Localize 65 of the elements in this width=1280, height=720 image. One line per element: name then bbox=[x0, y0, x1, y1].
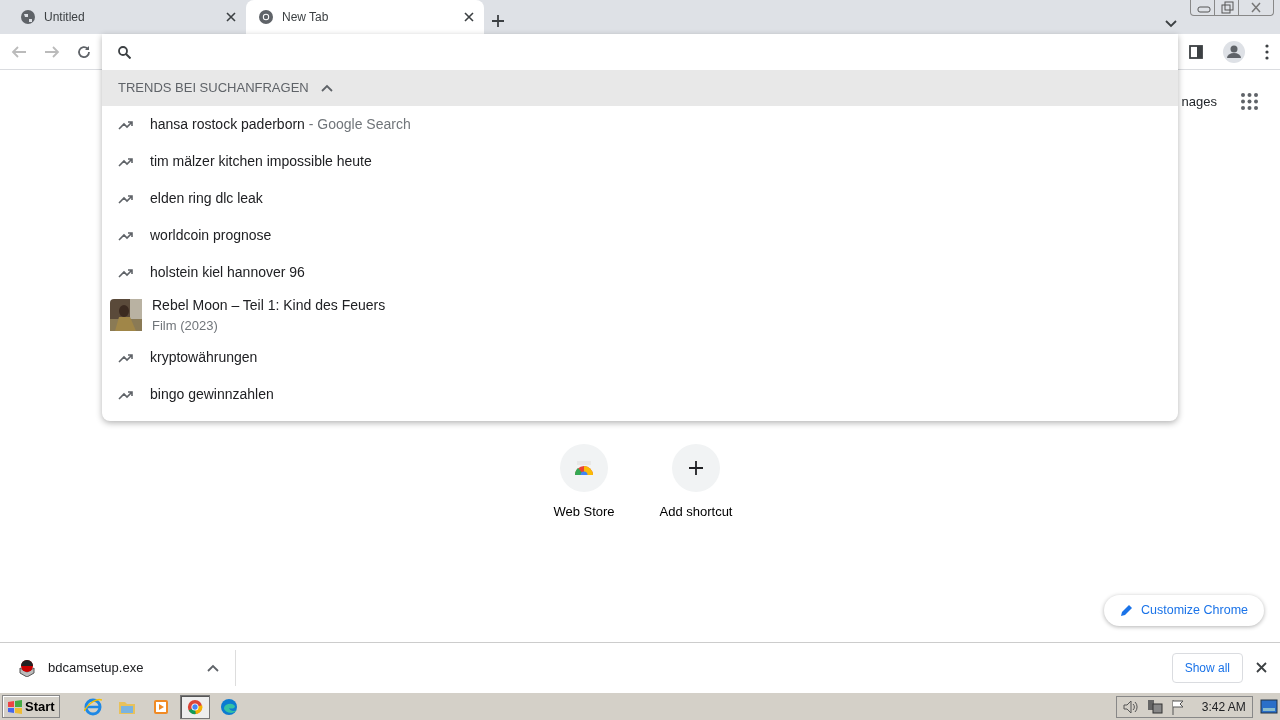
apps-button[interactable] bbox=[1241, 93, 1258, 111]
suggestion-row[interactable]: elden ring dlc leak bbox=[102, 180, 1178, 217]
suggestion-row[interactable]: tim mälzer kitchen impossible heute bbox=[102, 143, 1178, 180]
ie-icon bbox=[83, 697, 102, 716]
side-panel-icon bbox=[1189, 44, 1204, 59]
media-player-icon bbox=[151, 697, 170, 716]
trending-up-icon bbox=[118, 352, 134, 363]
suggestion-row[interactable]: kryptowährungen bbox=[102, 339, 1178, 376]
tab-title: New Tab bbox=[282, 9, 330, 26]
trending-up-icon bbox=[118, 389, 134, 400]
close-icon bbox=[226, 12, 236, 22]
plus-icon bbox=[490, 13, 505, 28]
suggestion-row[interactable]: holstein kiel hannover 96 bbox=[102, 254, 1178, 291]
tab-search-button[interactable] bbox=[1165, 19, 1177, 28]
show-all-button[interactable]: Show all bbox=[1171, 652, 1243, 683]
close-icon bbox=[464, 12, 474, 22]
chrome-logo-icon bbox=[258, 9, 274, 25]
clock: 3:42 AM bbox=[1201, 698, 1246, 716]
taskbar-app-button[interactable] bbox=[179, 694, 210, 719]
chrome-logo-icon bbox=[186, 697, 203, 716]
windows-logo-icon bbox=[7, 699, 23, 714]
speaker-icon[interactable] bbox=[1123, 699, 1140, 714]
browser-tab[interactable]: New Tab bbox=[246, 0, 484, 34]
show-desktop-button[interactable] bbox=[1260, 698, 1278, 715]
tab-title: Untitled bbox=[44, 9, 86, 26]
start-button[interactable]: Start bbox=[2, 694, 60, 719]
desktop-icon bbox=[1260, 698, 1278, 715]
pencil-icon bbox=[1120, 604, 1133, 618]
close-tab-button[interactable] bbox=[226, 12, 236, 22]
plus-icon bbox=[689, 461, 703, 475]
suggestion-row[interactable]: Rebel Moon – Teil 1: Kind des Feuers Film (2023) bbox=[102, 291, 1178, 339]
chevron-up-icon bbox=[207, 663, 219, 672]
download-item[interactable]: bdcamsetup.exe bbox=[0, 649, 236, 686]
suggestion-row[interactable]: bingo gewinnzahlen bbox=[102, 376, 1178, 413]
suggestion-row[interactable]: worldcoin prognose bbox=[102, 217, 1178, 254]
collapse-button[interactable] bbox=[320, 84, 333, 92]
trending-up-icon bbox=[118, 267, 134, 278]
kebab-menu-icon bbox=[1264, 43, 1269, 60]
trending-up-icon bbox=[118, 119, 134, 130]
images-link[interactable]: nages bbox=[1181, 92, 1217, 112]
section-header: TRENDS BEI SUCHANFRAGEN bbox=[118, 79, 309, 98]
close-tab-button[interactable] bbox=[464, 12, 474, 22]
shortcut-tile[interactable]: Web Store bbox=[528, 443, 640, 523]
apps-grid-icon bbox=[1241, 93, 1258, 111]
reload-icon bbox=[76, 43, 93, 60]
search-icon bbox=[118, 45, 131, 59]
chevron-up-icon bbox=[320, 84, 333, 92]
trending-up-icon bbox=[118, 193, 134, 204]
arrow-right-icon bbox=[43, 43, 60, 60]
network-icon[interactable] bbox=[1147, 698, 1164, 715]
arrow-left-icon bbox=[11, 43, 28, 60]
edge-logo-icon bbox=[219, 697, 238, 716]
suggestion-row[interactable]: hansa rostock paderborn - Google Search bbox=[102, 106, 1178, 143]
new-tab-button[interactable] bbox=[490, 13, 505, 28]
shortcut-tile[interactable]: Add shortcut bbox=[640, 443, 752, 523]
web-store-icon bbox=[574, 461, 594, 475]
close-icon bbox=[1256, 662, 1267, 673]
trending-up-icon bbox=[118, 230, 134, 241]
close-downloads-button[interactable] bbox=[1256, 662, 1267, 673]
chevron-down-icon bbox=[1165, 19, 1177, 28]
globe-icon bbox=[20, 9, 36, 25]
avatar-icon bbox=[1223, 40, 1245, 63]
customize-chrome-button[interactable]: Customize Chrome bbox=[1104, 595, 1264, 626]
trending-up-icon bbox=[118, 156, 134, 167]
browser-tab[interactable]: Untitled bbox=[8, 0, 246, 34]
